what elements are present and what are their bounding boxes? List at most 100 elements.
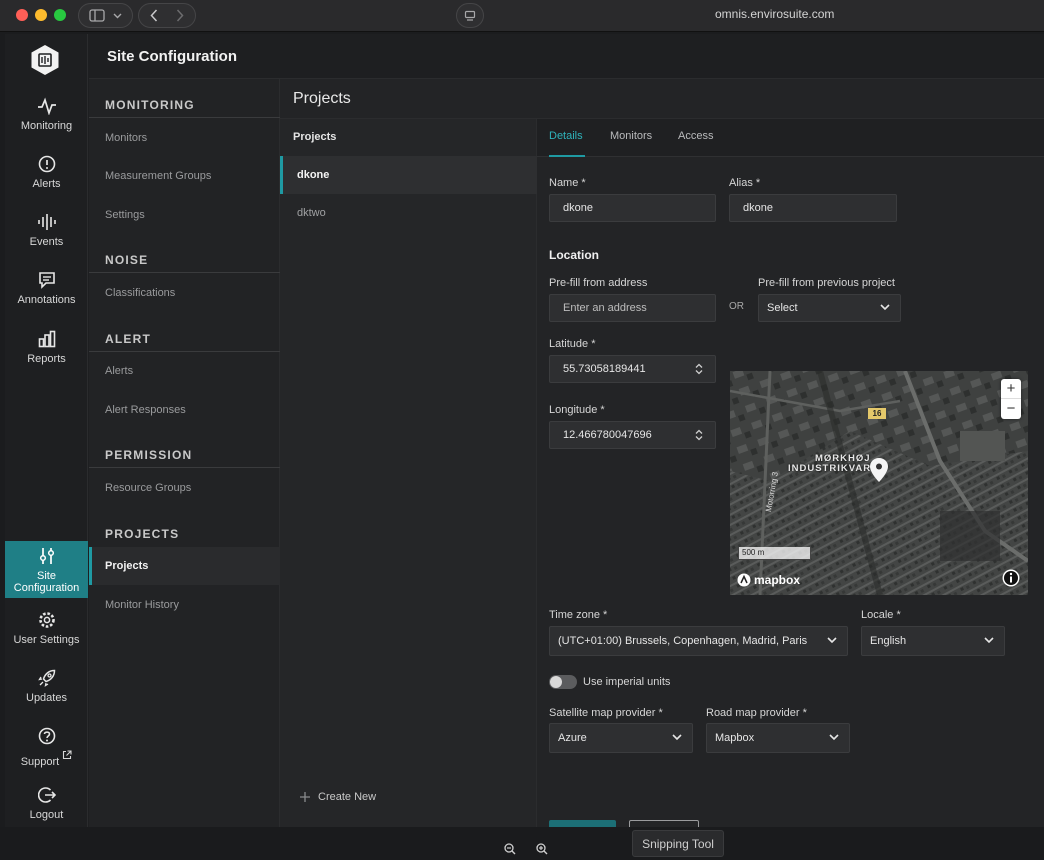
- minimize-window-button[interactable]: [35, 9, 47, 21]
- info-icon[interactable]: [1002, 569, 1020, 587]
- prefill-address-label: Pre-fill from address: [549, 277, 648, 289]
- project-list-header: Projects: [293, 131, 337, 143]
- sidebar-item-resource-groups[interactable]: Resource Groups: [89, 469, 280, 507]
- locale-select[interactable]: English: [861, 626, 1005, 656]
- waveform-icon: [37, 214, 56, 230]
- nav-site-configuration-label-1: Site: [37, 570, 56, 582]
- sidebar-toggle-button[interactable]: [78, 3, 133, 28]
- nav-user-settings[interactable]: User Settings: [5, 605, 88, 661]
- nav-alerts-label: Alerts: [32, 178, 61, 190]
- chevron-down-icon: [827, 637, 837, 644]
- map-scale-bar: 500 m: [738, 547, 811, 560]
- plus-icon: [300, 792, 310, 802]
- stepper-icon[interactable]: [695, 429, 703, 441]
- timezone-value: (UTC+01:00) Brussels, Copenhagen, Madrid…: [558, 635, 808, 647]
- road-provider-label: Road map provider *: [706, 707, 807, 719]
- snipping-tool-tooltip: Snipping Tool: [632, 830, 724, 857]
- chevron-down-icon: [113, 13, 122, 18]
- nav-events[interactable]: Events: [5, 207, 88, 263]
- address-bar[interactable]: omnis.envirosuite.com: [715, 7, 834, 21]
- zoom-in-button[interactable]: +: [1001, 379, 1021, 399]
- longitude-input[interactable]: 12.466780047696: [549, 421, 716, 449]
- sidebar-item-classifications[interactable]: Classifications: [89, 274, 280, 312]
- nav-support-label: Support: [21, 750, 73, 768]
- map-pin-icon[interactable]: [869, 457, 889, 483]
- mapbox-logo[interactable]: mapbox: [737, 573, 800, 587]
- satellite-provider-select[interactable]: Azure: [549, 723, 693, 753]
- zoom-in-icon[interactable]: [536, 843, 548, 855]
- nav-updates[interactable]: Updates: [5, 663, 88, 719]
- projects-header: Projects: [280, 79, 1044, 119]
- road-number-badge: 16: [868, 408, 886, 419]
- page-title: Site Configuration: [107, 48, 237, 65]
- page-settings-button[interactable]: [456, 3, 484, 28]
- divider: [89, 117, 280, 118]
- sidebar-item-monitors[interactable]: Monitors: [89, 119, 280, 157]
- nav-alerts[interactable]: Alerts: [5, 149, 88, 205]
- section-noise-heading: NOISE: [105, 253, 149, 267]
- pulse-icon: [37, 97, 56, 115]
- sidebar-item-alerts[interactable]: Alerts: [89, 352, 280, 390]
- longitude-value: 12.466780047696: [563, 429, 652, 441]
- sidebar-item-alert-responses[interactable]: Alert Responses: [89, 391, 280, 429]
- tab-access[interactable]: Access: [678, 130, 713, 142]
- location-map[interactable]: 16 MØRKHØJ INDUSTRIKVAR Motorring 3 + − …: [730, 371, 1028, 595]
- address-input[interactable]: Enter an address: [549, 294, 716, 322]
- nav-annotations[interactable]: Annotations: [5, 265, 88, 321]
- tab-monitors[interactable]: Monitors: [610, 130, 652, 142]
- map-place-label-2: INDUSTRIKVAR: [788, 463, 872, 474]
- section-monitoring-heading: MONITORING: [105, 98, 195, 112]
- nav-monitoring-label: Monitoring: [20, 120, 73, 132]
- divider: [89, 467, 280, 468]
- toggle-knob: [550, 676, 562, 688]
- imperial-units-label: Use imperial units: [583, 676, 671, 688]
- page-settings-icon: [464, 10, 476, 21]
- nav-reports[interactable]: Reports: [5, 324, 88, 380]
- mapbox-attribution: mapbox: [754, 573, 801, 587]
- timezone-label: Time zone *: [549, 609, 608, 621]
- imperial-units-toggle[interactable]: [549, 675, 577, 689]
- longitude-label: Longitude *: [549, 404, 605, 416]
- timezone-select[interactable]: (UTC+01:00) Brussels, Copenhagen, Madrid…: [549, 626, 848, 656]
- previous-project-select[interactable]: Select: [758, 294, 901, 322]
- app-logo[interactable]: [30, 44, 60, 81]
- section-permission-heading: PERMISSION: [105, 448, 193, 462]
- nav-support[interactable]: Support: [5, 721, 88, 777]
- comment-icon: [38, 272, 55, 289]
- name-value: dkone: [563, 202, 593, 214]
- sidebar-item-monitor-history[interactable]: Monitor History: [89, 586, 280, 624]
- close-window-button[interactable]: [16, 9, 28, 21]
- project-item-dkone[interactable]: dkone: [280, 156, 537, 194]
- gear-icon: [38, 612, 55, 628]
- nav-support-text: Support: [20, 756, 60, 768]
- nav-monitoring[interactable]: Monitoring: [5, 91, 88, 147]
- previous-project-value: Select: [767, 302, 798, 314]
- main-nav: Monitoring Alerts Events Annotations Rep…: [5, 34, 88, 827]
- project-item-dktwo[interactable]: dktwo: [280, 194, 537, 232]
- road-provider-value: Mapbox: [715, 732, 755, 744]
- alias-value: dkone: [743, 202, 773, 214]
- stepper-icon[interactable]: [695, 363, 703, 375]
- name-field[interactable]: dkone: [549, 194, 716, 222]
- tab-details[interactable]: Details: [549, 130, 583, 142]
- latitude-input[interactable]: 55.73058189441: [549, 355, 716, 383]
- alias-field[interactable]: dkone: [729, 194, 897, 222]
- sidebar-item-settings[interactable]: Settings: [89, 196, 280, 234]
- nav-site-configuration[interactable]: Site Configuration: [5, 541, 88, 598]
- zoom-out-icon[interactable]: [504, 843, 516, 855]
- mapbox-icon: [737, 573, 751, 587]
- bar-chart-icon: [38, 330, 55, 348]
- map-zoom-controls: + −: [1001, 379, 1021, 419]
- road-provider-select[interactable]: Mapbox: [706, 723, 850, 753]
- zoom-out-button[interactable]: −: [1001, 399, 1021, 418]
- back-icon[interactable]: [150, 9, 158, 22]
- create-new-button[interactable]: Create New: [300, 791, 376, 803]
- rocket-icon: [37, 669, 55, 687]
- bottom-bar: Snipping Tool: [0, 827, 1044, 860]
- details-tabs: Details Monitors Access: [537, 119, 1044, 157]
- nav-updates-label: Updates: [26, 692, 67, 704]
- forward-icon[interactable]: [176, 9, 184, 22]
- sidebar-item-projects[interactable]: Projects: [89, 547, 280, 585]
- sidebar-item-measurement-groups[interactable]: Measurement Groups: [89, 157, 280, 195]
- maximize-window-button[interactable]: [54, 9, 66, 21]
